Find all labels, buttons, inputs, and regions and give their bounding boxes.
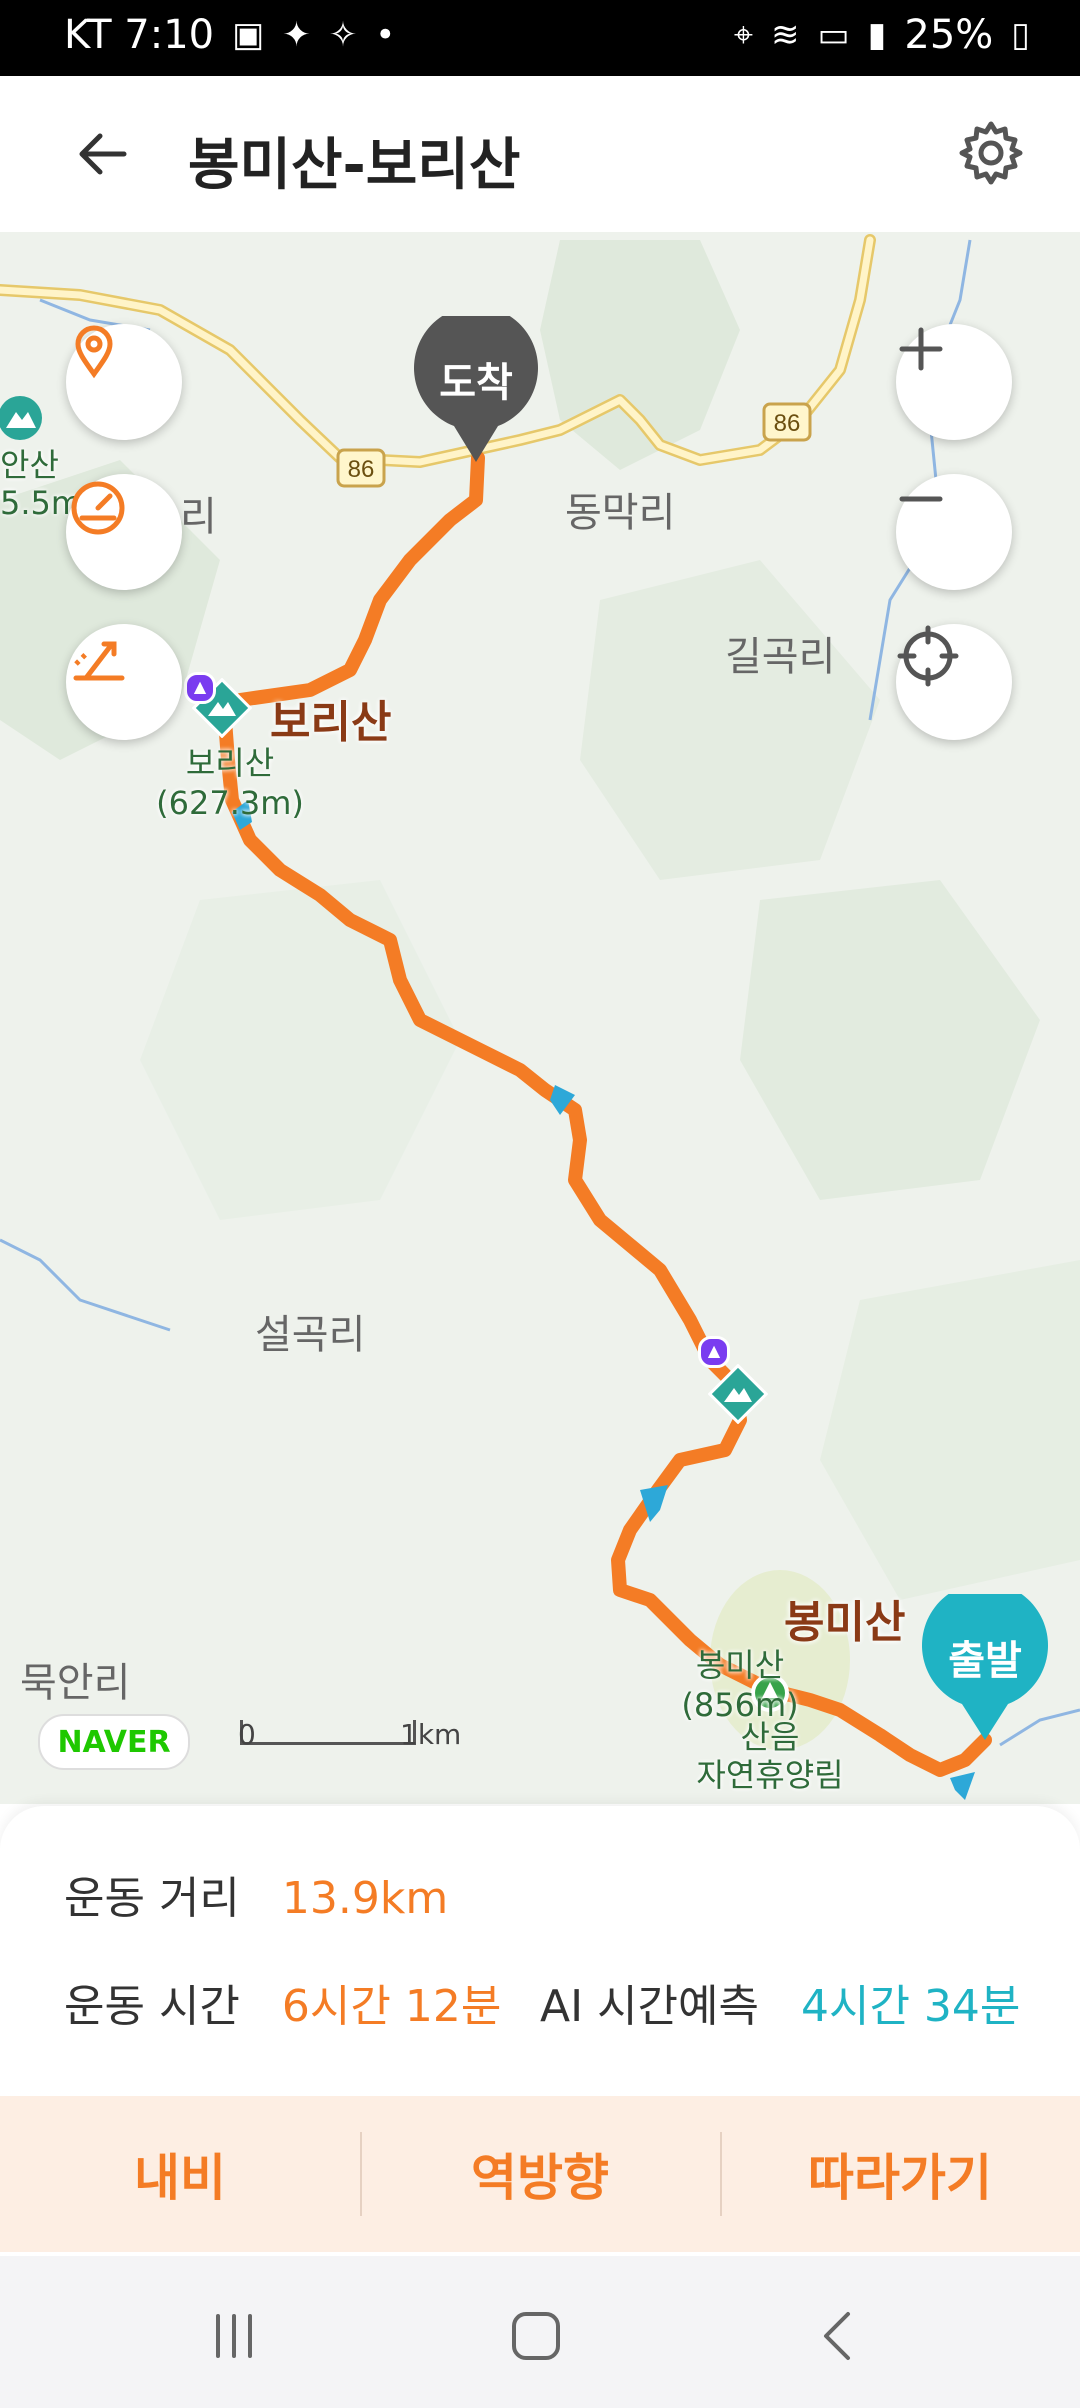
road-badge: 86 xyxy=(336,448,386,488)
start-label: 출발 xyxy=(948,1638,1022,1684)
poi-line1: 산음 xyxy=(740,1718,800,1756)
peak-sub-name: 봉미산 xyxy=(695,1646,785,1684)
start-pin[interactable]: 출발 xyxy=(920,1594,1050,1744)
time-row: 운동 시간 6시간 12분 xyxy=(64,1970,501,2034)
distance-value: 13.9km xyxy=(281,1873,449,1924)
gallery-icon: ▣ xyxy=(232,15,265,55)
map-pin-icon xyxy=(75,325,113,379)
direction-arrow xyxy=(950,1772,975,1800)
status-bar: KT 7:10 ▣ ✦ ✧ • ⌖ ≋ ▭ ▮ 25% ▯ xyxy=(0,0,1080,76)
location-icon: ⌖ xyxy=(733,15,754,55)
scale-zero: 0 xyxy=(238,1718,256,1751)
peak-marker[interactable] xyxy=(708,1364,768,1424)
wifi-icon: ≋ xyxy=(771,15,800,55)
system-nav-bar xyxy=(0,2256,1080,2408)
zoom-out-button[interactable] xyxy=(896,474,1012,590)
place-label: 묵안리 xyxy=(20,1660,131,1706)
svg-text:86: 86 xyxy=(348,456,375,483)
shoe-icon: ✦ xyxy=(282,15,311,55)
speedometer-button[interactable] xyxy=(66,474,182,590)
hiker-icon: ✧ xyxy=(328,15,358,55)
place-label: 동막리 xyxy=(565,490,676,536)
mountain-icon xyxy=(708,1364,768,1424)
zoom-in-button[interactable] xyxy=(896,324,1012,440)
ai-time-label: AI 시간예측 xyxy=(540,1981,759,2032)
road-badge: 86 xyxy=(762,402,812,442)
arrow-left-icon xyxy=(79,133,127,175)
map-canvas: 86 86 xyxy=(0,234,1080,1800)
summit-badge: ▲ xyxy=(698,1336,730,1368)
plus-icon xyxy=(899,327,943,371)
poi-label: 산음 자연휴양림 xyxy=(660,1718,880,1794)
arrive-label: 도착 xyxy=(439,360,513,406)
naver-logo: NAVER xyxy=(38,1714,190,1770)
elevation-icon xyxy=(73,641,125,681)
reverse-button[interactable]: 역방향 xyxy=(360,2096,720,2252)
poi-line2: 자연휴양림 xyxy=(696,1756,844,1794)
summit-badge: ▲ xyxy=(184,672,216,704)
route-info-panel: 운동 거리 13.9km 운동 시간 6시간 12분 AI 시간예측 4시간 3… xyxy=(0,1806,1080,2096)
place-label-partial: 안산 xyxy=(0,446,59,484)
place-label: 리 xyxy=(180,494,217,540)
mountain-marker-small xyxy=(0,396,42,440)
arrive-pin[interactable]: 도착 xyxy=(412,316,540,466)
place-label: 설곡리 xyxy=(255,1312,366,1358)
action-bar: 내비 역방향 따라가기 xyxy=(0,2096,1080,2252)
peak-name: 보리산 xyxy=(270,697,392,748)
time-value: 6시간 12분 xyxy=(281,1981,502,2032)
peak-sub-elev: (627.3m) xyxy=(156,784,304,822)
svg-text:86: 86 xyxy=(774,410,801,437)
elevation-button[interactable] xyxy=(66,624,182,740)
peak-name: 봉미산 xyxy=(784,1597,906,1648)
battery-icon: ▯ xyxy=(1011,15,1030,55)
scale-km: 1km xyxy=(400,1718,462,1751)
scale-bar xyxy=(240,1720,416,1745)
location-pin-button[interactable] xyxy=(66,324,182,440)
battery-text: 25% xyxy=(904,12,994,58)
page-title: 봉미산-보리산 xyxy=(188,133,521,198)
terrain-shading xyxy=(0,240,1080,1750)
route-map[interactable]: 86 86 동막리 길곡리 설곡리 묵안리 리 안산 5.5m) ▲ 보리산 보… xyxy=(0,232,1080,1804)
navi-button[interactable]: 내비 xyxy=(0,2096,360,2252)
recent-apps-icon xyxy=(216,2314,252,2358)
recent-apps-button[interactable] xyxy=(194,2296,274,2376)
ai-time-value: 4시간 34분 xyxy=(800,1981,1021,2032)
status-time: KT 7:10 xyxy=(64,12,215,58)
hd-icon: ▭ xyxy=(817,15,850,55)
gear-icon xyxy=(959,121,1023,185)
place-label: 길곡리 xyxy=(725,634,836,680)
my-location-button[interactable] xyxy=(896,624,1012,740)
settings-button[interactable] xyxy=(956,118,1026,188)
time-label: 운동 시간 xyxy=(64,1981,240,2032)
distance-label: 운동 거리 xyxy=(64,1873,240,1924)
dot-icon: • xyxy=(375,15,396,55)
distance-row: 운동 거리 13.9km xyxy=(64,1862,448,1926)
signal-icon: ▮ xyxy=(867,15,887,55)
minus-icon xyxy=(899,496,943,502)
crosshair-icon xyxy=(897,625,959,687)
home-button[interactable] xyxy=(496,2296,576,2376)
back-nav-button[interactable] xyxy=(800,2296,880,2376)
ai-time-row: AI 시간예측 4시간 34분 xyxy=(540,1970,1020,2034)
home-icon xyxy=(512,2312,560,2360)
speedometer-icon xyxy=(71,481,125,535)
peak-sub-name: 보리산 xyxy=(185,744,275,782)
chevron-left-icon xyxy=(824,2312,850,2360)
follow-button[interactable]: 따라가기 xyxy=(720,2096,1080,2252)
app-header: 봉미산-보리산 xyxy=(0,76,1080,232)
back-button[interactable] xyxy=(72,124,132,184)
